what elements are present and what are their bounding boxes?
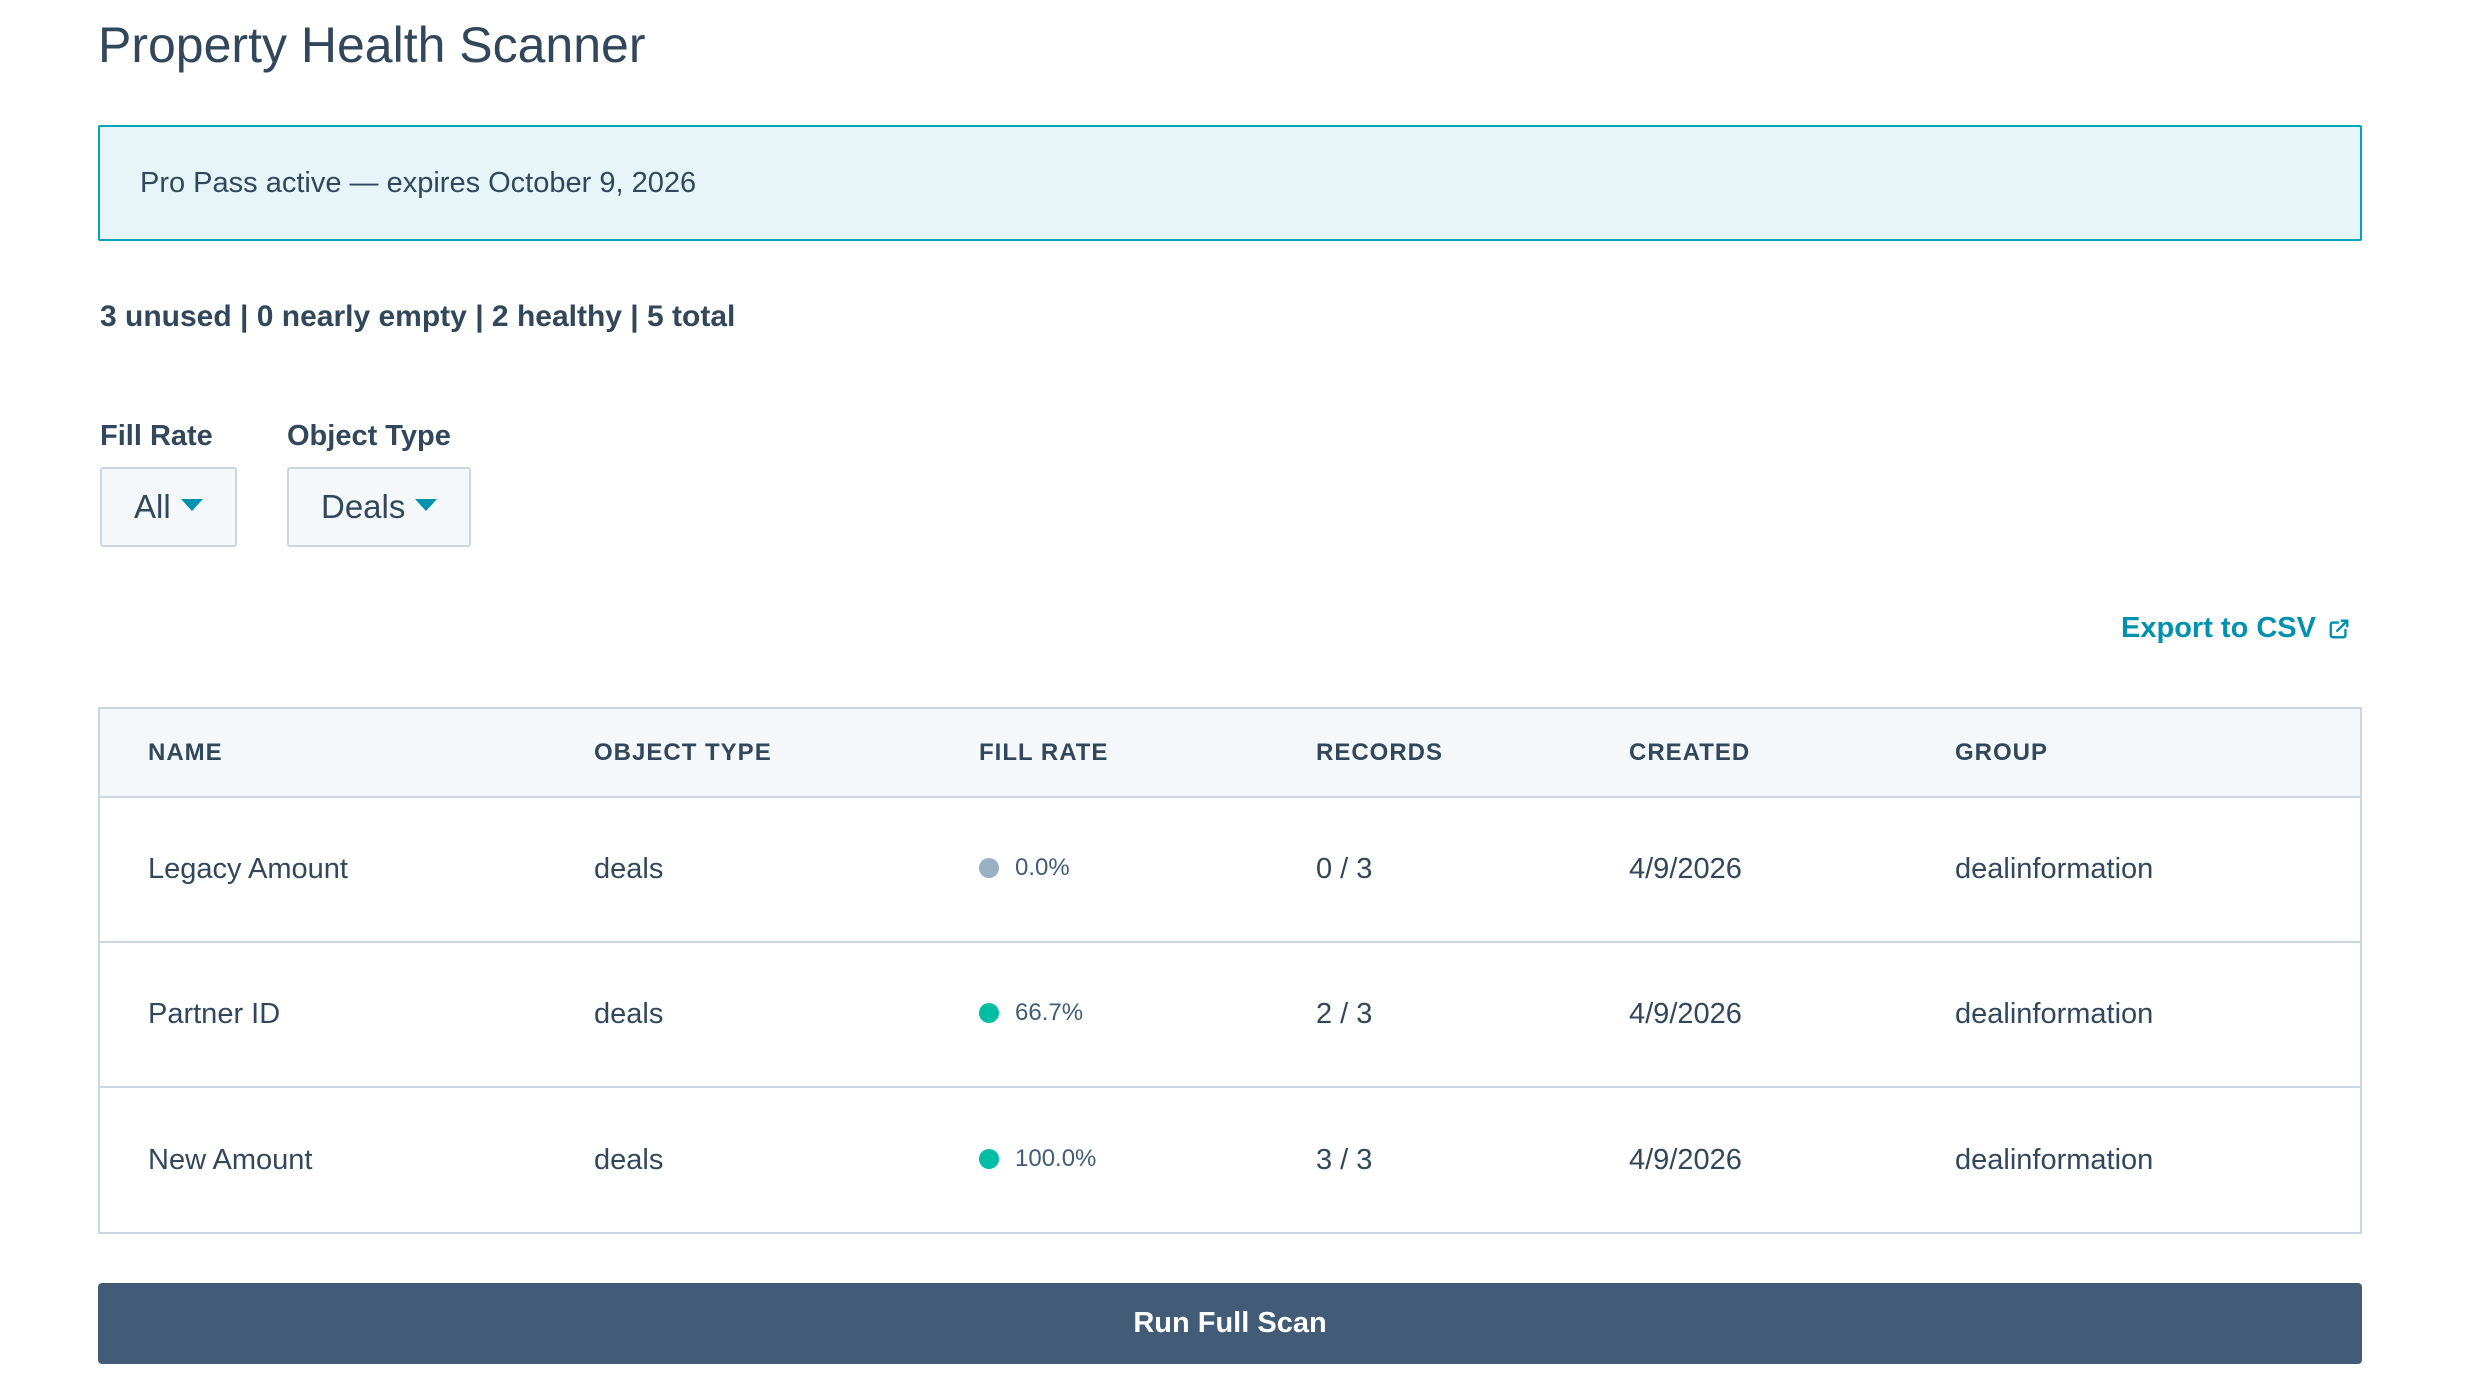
cell-fill-rate: 100.0%: [931, 1086, 1268, 1232]
export-to-csv-link[interactable]: Export to CSV: [2121, 612, 2350, 645]
table-row: New Amount deals 100.0% 3 / 3 4/9/2026 d…: [100, 1086, 2360, 1232]
run-full-scan-button[interactable]: Run Full Scan: [98, 1283, 2362, 1364]
fill-rate-value: 66.7%: [1015, 999, 1084, 1026]
property-summary: 3 unused | 0 nearly empty | 2 healthy | …: [100, 300, 736, 333]
cell-records: 0 / 3: [1316, 853, 1373, 885]
cell-object-type: deals: [594, 853, 664, 885]
cell-created: 4/9/2026: [1581, 941, 1907, 1087]
pro-pass-alert: Pro Pass active — expires October 9, 202…: [98, 125, 2362, 241]
cell-object-type: deals: [546, 1086, 931, 1232]
fill-rate-selected-value: All: [134, 488, 171, 525]
cell-name: New Amount: [100, 1086, 546, 1232]
fill-rate-dropdown[interactable]: All: [100, 467, 237, 547]
cell-records: 2 / 3: [1268, 941, 1581, 1087]
table-header-row: NAME OBJECT TYPE FILL RATE RECORDS CREAT…: [100, 709, 2360, 798]
column-header-name[interactable]: NAME: [100, 709, 546, 798]
cell-fill-rate: 0.0%: [931, 797, 1268, 942]
column-header-records[interactable]: RECORDS: [1268, 709, 1581, 798]
cell-created: 4/9/2026: [1581, 1086, 1907, 1232]
object-type-filter-label: Object Type: [287, 420, 451, 452]
object-type-dropdown[interactable]: Deals: [287, 467, 472, 547]
fill-status-dot: [979, 858, 999, 878]
cell-name: Legacy Amount: [148, 853, 348, 885]
cell-group: dealinformation: [1955, 853, 2154, 885]
fill-rate-filter: Fill Rate All: [100, 420, 237, 547]
cell-created: 4/9/2026: [1629, 853, 1742, 885]
cell-fill-rate: 66.7%: [931, 941, 1268, 1087]
cell-group: dealinformation: [1907, 1086, 2360, 1232]
caret-down-icon: [180, 499, 203, 511]
external-link-icon: [2328, 618, 2350, 640]
cell-group: dealinformation: [1907, 941, 2360, 1087]
column-header-group[interactable]: GROUP: [1907, 709, 2360, 798]
caret-down-icon: [415, 499, 438, 511]
fill-status-dot: [979, 1003, 999, 1023]
table-row: Legacy Amount deals 0.0% 0 / 3 4/9/2026 …: [100, 797, 2360, 942]
object-type-filter: Object Type Deals: [287, 420, 472, 547]
fill-status-dot: [979, 1148, 999, 1169]
table-row: Partner ID deals 66.7% 2 / 3 4/9/2026 de…: [100, 941, 2360, 1087]
cell-name: Partner ID: [100, 941, 546, 1087]
fill-rate-value: 100.0%: [1015, 1144, 1097, 1172]
export-to-csv-label: Export to CSV: [2121, 612, 2316, 644]
column-header-object-type[interactable]: OBJECT TYPE: [546, 709, 931, 798]
properties-table: NAME OBJECT TYPE FILL RATE RECORDS CREAT…: [98, 707, 2362, 1234]
alert-text: Pro Pass active — expires October 9, 202…: [140, 166, 697, 199]
fill-rate-value: 0.0%: [1015, 854, 1070, 881]
page-title: Property Health Scanner: [98, 17, 646, 73]
fill-rate-filter-label: Fill Rate: [100, 420, 213, 452]
object-type-selected-value: Deals: [321, 488, 406, 525]
cell-object-type: deals: [546, 941, 931, 1087]
column-header-fill-rate[interactable]: FILL RATE: [931, 709, 1268, 798]
cell-records: 3 / 3: [1268, 1086, 1581, 1232]
column-header-created[interactable]: CREATED: [1581, 709, 1907, 798]
